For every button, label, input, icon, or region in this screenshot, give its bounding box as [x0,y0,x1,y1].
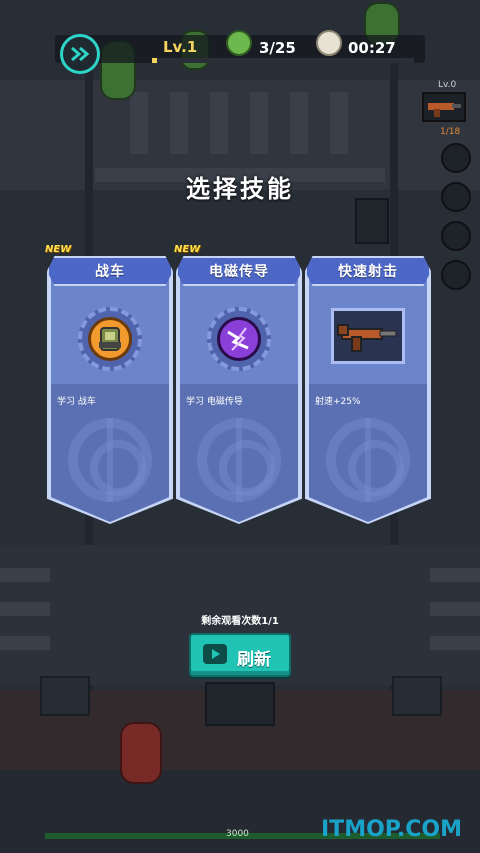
lightning-icon [217,317,261,361]
game-timer: 00:27 [348,39,396,57]
weapon-ammo: 1/18 [440,127,461,137]
new-badge: NEW [45,244,72,255]
fast-forward-button[interactable] [60,34,100,74]
video-ad-icon [203,644,227,664]
crosshair-watermark-icon [68,418,152,502]
xp-bar [152,58,414,63]
skill-slot-empty[interactable] [441,260,471,290]
weapon-slot[interactable] [422,92,466,122]
fast-forward-icon [71,46,90,62]
player-level: Lv.1 [163,38,198,56]
skill-slot-empty[interactable] [441,221,471,251]
rifle-icon [428,103,461,117]
skill-icon-frame [207,307,271,371]
rifle-icon [331,308,405,364]
card-header: 电磁传导 [176,256,302,286]
select-skill-title: 选择技能 [186,175,294,203]
xp-bar-fill [152,58,158,63]
site-watermark: ITMOP.COM [321,817,462,842]
crosshair-watermark-icon [326,418,410,502]
zombie-head-icon [226,30,252,56]
player-hp: 3000 [226,829,249,839]
new-badge: NEW [174,244,201,255]
card-name: 电磁传导 [209,264,269,280]
enemy-count: 3/25 [259,39,296,57]
skill-card-rapid-fire[interactable]: 快速射击 射速+25% [305,250,431,524]
refresh-label: 刷新 [237,650,271,670]
refresh-button[interactable]: 刷新 [189,633,291,677]
clock-icon [316,30,342,56]
card-name: 快速射击 [338,264,398,280]
weapon-level: Lv.0 [438,80,457,90]
card-header: 快速射击 [305,256,431,286]
skill-card-em-conduct[interactable]: 电磁传导 NEW 学习 电磁传导 [174,244,302,524]
skill-card-tank[interactable]: 战车 NEW 学习 战车 [45,244,173,524]
card-header: 战车 [47,256,173,286]
skill-icon-frame [78,307,142,371]
card-description: 学习 电磁传导 [186,397,243,407]
card-name: 战车 [95,264,125,280]
tank-icon [88,317,132,361]
crosshair-watermark-icon [197,418,281,502]
card-description: 射速+25% [315,397,361,407]
remaining-views-text: 剩余观看次数1/1 [201,616,279,627]
card-description: 学习 战车 [57,397,96,407]
